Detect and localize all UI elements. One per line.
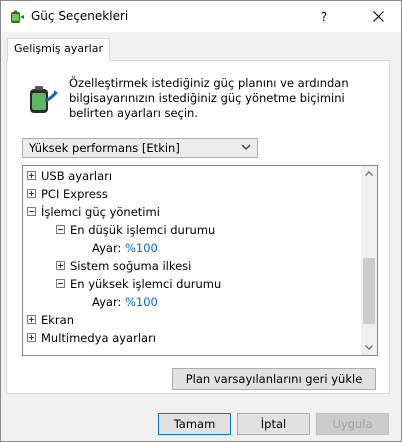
close-icon <box>372 11 384 22</box>
tree-item-label: Sistem soğuma ilkesi <box>70 259 192 273</box>
window-title: Güç Seçenekleri <box>31 9 129 23</box>
collapse-icon[interactable] <box>56 279 65 288</box>
apply-button[interactable]: Uygula <box>316 413 389 435</box>
battery-power-icon <box>23 81 59 117</box>
collapse-icon[interactable] <box>56 225 65 234</box>
chevron-down-icon <box>241 144 251 150</box>
tree-item-label: Ekran <box>41 313 74 327</box>
expand-icon[interactable] <box>27 171 36 180</box>
help-button[interactable]: ? <box>301 1 347 32</box>
title-bar[interactable]: Güç Seçenekleri ? <box>1 1 401 32</box>
setting-label: Ayar: <box>92 295 122 309</box>
tree-item-label: İşlemci güç yönetimi <box>41 205 160 219</box>
tab-advanced-settings[interactable]: Gelişmiş ayarlar <box>7 38 110 61</box>
description-text: Özelleştirmek istediğiniz güç planını ve… <box>69 76 349 120</box>
advanced-settings-panel: Özelleştirmek istediğiniz güç planını ve… <box>6 60 390 394</box>
settings-tree[interactable]: USB ayarları PCI Express İşlemci güç yön… <box>22 165 378 356</box>
expand-icon[interactable] <box>27 189 36 198</box>
restore-plan-defaults-button[interactable]: Plan varsayılanlarını geri yükle <box>172 368 376 390</box>
cancel-button[interactable]: İptal <box>237 413 310 435</box>
expand-icon[interactable] <box>56 261 65 270</box>
tree-item-label: En yüksek işlemci durumu <box>70 277 222 291</box>
tree-item-label: USB ayarları <box>41 169 113 183</box>
scroll-up-icon[interactable] <box>365 171 373 176</box>
vertical-scrollbar[interactable] <box>361 166 377 355</box>
scroll-down-icon[interactable] <box>365 345 373 350</box>
expand-icon[interactable] <box>27 333 36 342</box>
tree-item-label: Multimedya ayarları <box>41 331 156 345</box>
ok-button[interactable]: Tamam <box>158 413 231 435</box>
scrollbar-thumb[interactable] <box>363 258 375 324</box>
tree-item-label: En düşük işlemci durumu <box>70 223 216 237</box>
power-plan-select[interactable]: Yüksek performans [Etkin] <box>22 138 258 158</box>
power-options-window: Güç Seçenekleri ? Gelişmiş ayarlar Özell… <box>0 0 402 442</box>
setting-label: Ayar: <box>92 241 122 255</box>
setting-value-min[interactable]: %100 <box>125 239 158 257</box>
close-button[interactable] <box>355 1 401 32</box>
setting-value-max[interactable]: %100 <box>125 293 158 311</box>
tree-item-label: PCI Express <box>41 187 108 201</box>
expand-icon[interactable] <box>27 315 36 324</box>
collapse-icon[interactable] <box>27 207 36 216</box>
power-options-icon <box>9 9 25 25</box>
power-plan-selected: Yüksek performans [Etkin] <box>29 141 180 155</box>
